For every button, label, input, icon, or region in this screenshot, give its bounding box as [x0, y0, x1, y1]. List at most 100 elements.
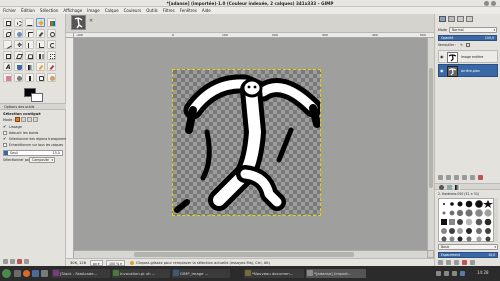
menu-fichier[interactable]: Fichier [3, 8, 16, 13]
checkbox-icon[interactable] [3, 131, 7, 135]
ink-tool-icon[interactable] [25, 73, 34, 82]
eye-icon[interactable]: ◉ [440, 68, 444, 73]
paintbrush-tool-icon[interactable] [47, 62, 56, 71]
option-antialias[interactable]: ✔ Lissage [3, 125, 63, 130]
brushes-tab-icon[interactable] [439, 185, 444, 190]
layer-mode-dropdown[interactable]: Normal ▾ [449, 27, 497, 33]
gimp-launcher-icon[interactable] [41, 270, 48, 277]
background-color-swatch[interactable] [31, 93, 43, 102]
menu-edition[interactable]: Édition [21, 8, 35, 13]
raise-layer-icon[interactable] [446, 175, 451, 180]
taskbar-item-active[interactable]: *[adanse] (import... [306, 269, 366, 278]
gradients-tab-icon[interactable] [455, 185, 460, 190]
delete-options-icon[interactable] [17, 259, 22, 264]
option-feather[interactable]: Adoucir les bords [3, 131, 63, 136]
lock-alpha-icon[interactable] [466, 43, 470, 47]
free-select-tool-icon[interactable] [25, 18, 34, 27]
mode-subtract-icon[interactable] [27, 117, 32, 122]
threshold-slider[interactable]: Seuil 15,0 [3, 150, 63, 156]
color-picker-tool-icon[interactable] [36, 29, 45, 38]
menu-affichage[interactable]: Affichage [63, 8, 82, 13]
vertical-scrollbar[interactable] [427, 38, 434, 250]
layer-row[interactable]: ◉ Image entière [438, 50, 498, 63]
mode-intersect-icon[interactable] [33, 117, 38, 122]
horizontal-ruler[interactable]: -100 0 100 200 300 400 500 [74, 33, 434, 38]
checkbox-icon[interactable] [3, 143, 7, 147]
refresh-brushes-icon[interactable] [470, 260, 475, 265]
text-tool-icon[interactable]: A [3, 62, 12, 71]
mode-replace-icon[interactable] [15, 117, 20, 122]
paths-tab-icon[interactable] [457, 16, 464, 22]
image-canvas[interactable] [172, 69, 321, 216]
brush-spacing-slider[interactable]: Espacement 10,0 [438, 252, 498, 258]
minimize-button[interactable] [484, 1, 489, 6]
taskbar-item[interactable]: GIMP_Image ... [172, 269, 230, 278]
crop-tool-icon[interactable] [36, 40, 45, 49]
eye-icon[interactable]: ◉ [440, 54, 444, 59]
taskbar-item[interactable]: *Nouveau documen... [244, 269, 304, 278]
rect-select-tool-icon[interactable] [3, 18, 12, 27]
clock[interactable]: 14:28 [477, 270, 489, 275]
layer-row-selected[interactable]: ◉ Arrière-plan [438, 64, 498, 77]
color-select-tool-icon[interactable] [47, 18, 56, 27]
network-icon[interactable] [436, 271, 441, 276]
close-tab-icon[interactable]: ✕ [89, 18, 95, 24]
mode-add-icon[interactable] [21, 117, 26, 122]
rotate-tool-icon[interactable] [47, 40, 56, 49]
pencil-tool-icon[interactable] [36, 62, 45, 71]
zoom-tool-icon[interactable] [47, 29, 56, 38]
lock-pixels-icon[interactable]: ✎ [460, 43, 463, 47]
channels-tab-icon[interactable] [448, 16, 455, 22]
taskbar-item[interactable]: [Slack - FabAcade... [52, 269, 110, 278]
menu-couleurs[interactable]: Couleurs [124, 8, 142, 13]
reset-options-icon[interactable] [24, 259, 29, 264]
browser-launcher-icon[interactable] [23, 270, 30, 277]
patterns-tab-icon[interactable] [447, 185, 452, 190]
flip-tool-icon[interactable] [36, 51, 45, 60]
new-brush-icon[interactable] [446, 260, 451, 265]
volume-icon[interactable] [444, 271, 449, 276]
new-layer-icon[interactable] [438, 175, 443, 180]
smudge-tool-icon[interactable] [47, 73, 56, 82]
move-tool-icon[interactable]: ✥ [14, 40, 23, 49]
brush-tag-field[interactable]: Basic ▾ [438, 244, 498, 250]
anchor-layer-icon[interactable] [470, 175, 475, 180]
align-tool-icon[interactable] [25, 40, 34, 49]
ellipse-select-tool-icon[interactable] [14, 18, 23, 27]
menu-aide[interactable]: Aide [202, 8, 211, 13]
bucket-fill-tool-icon[interactable] [14, 62, 23, 71]
brush-scrollbar[interactable] [494, 198, 498, 242]
eraser-tool-icon[interactable] [3, 73, 12, 82]
navigate-icon[interactable] [427, 250, 434, 258]
option-sample-merged[interactable]: Échantillonner sur tous les calques [3, 143, 65, 148]
cage-tool-icon[interactable] [47, 51, 56, 60]
bluetooth-icon[interactable] [460, 271, 465, 276]
edit-brush-icon[interactable] [438, 260, 443, 265]
menu-filtres[interactable]: Filtres [163, 8, 175, 13]
menu-calque[interactable]: Calque [105, 8, 119, 13]
horizontal-scrollbar[interactable] [74, 250, 427, 258]
battery-icon[interactable] [452, 271, 457, 276]
perspective-tool-icon[interactable] [25, 51, 34, 60]
files-launcher-icon[interactable] [14, 270, 21, 277]
taskbar-item[interactable]: Invocation.pi uh ... [112, 269, 170, 278]
measure-tool-icon[interactable] [3, 40, 12, 49]
vertical-ruler[interactable] [66, 38, 74, 258]
opacity-slider[interactable]: Opacité 100,0 [438, 35, 497, 41]
tool-options-tab[interactable]: Options des outils [4, 105, 34, 109]
save-options-icon[interactable] [3, 259, 8, 264]
menu-fenetres[interactable]: Fenêtres [180, 8, 197, 13]
foreground-select-tool-icon[interactable] [14, 29, 23, 38]
checkbox-checked-icon[interactable]: ✔ [3, 125, 6, 129]
option-select-transparent[interactable]: ✔ Sélectionner des régions transparentes [3, 137, 70, 142]
duplicate-layer-icon[interactable] [462, 175, 467, 180]
menu-selection[interactable]: Sélection [40, 8, 58, 13]
menu-image[interactable]: Image [87, 8, 100, 13]
layers-tab-icon[interactable] [439, 16, 446, 22]
scissors-tool-icon[interactable] [3, 29, 12, 38]
shear-tool-icon[interactable] [14, 51, 23, 60]
image-tab-thumbnail[interactable] [71, 15, 86, 30]
airbrush-tool-icon[interactable] [14, 73, 23, 82]
paths-tool-icon[interactable] [25, 29, 34, 38]
brush-grid[interactable] [438, 198, 494, 242]
